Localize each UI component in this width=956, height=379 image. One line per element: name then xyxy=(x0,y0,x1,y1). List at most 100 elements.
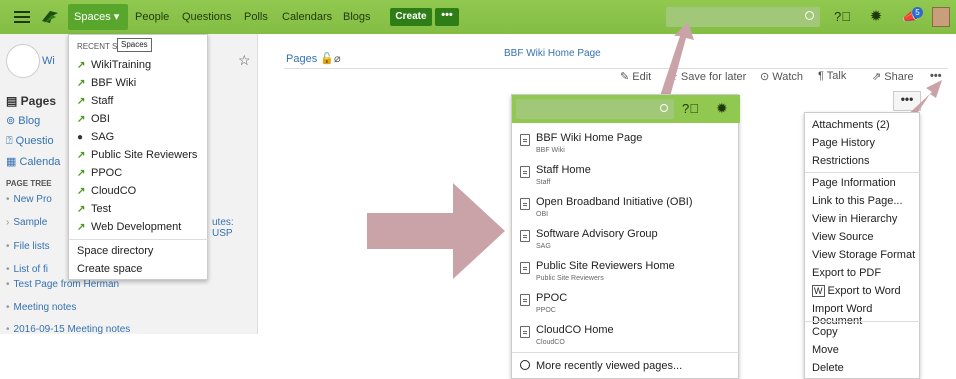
recent-page-item[interactable]: Staff Home Staff xyxy=(512,161,740,193)
edit-button[interactable]: ✎ Edit xyxy=(620,70,651,83)
space-item-bbf-wiki[interactable]: ↗ BBF Wiki xyxy=(77,75,136,91)
menu-item-view-in-hierarchy[interactable]: View in Hierarchy xyxy=(812,213,897,225)
recent-page-space: OBI xyxy=(536,211,549,218)
nav-people[interactable]: People xyxy=(135,0,169,34)
space-icon: ↗ xyxy=(77,204,86,215)
tree-item[interactable]: › Sample xyxy=(6,217,47,228)
talk-button[interactable]: ¶ Talk xyxy=(818,70,846,82)
more-recent-pages-link[interactable]: More recently viewed pages... xyxy=(520,360,682,372)
recent-page-title: Public Site Reviewers Home xyxy=(536,260,675,272)
menu-item-page-information[interactable]: Page Information xyxy=(812,177,896,189)
create-more-button[interactable]: ••• xyxy=(435,8,459,26)
space-directory-link[interactable]: Space directory xyxy=(77,245,153,257)
menu-item-export-word[interactable]: W Export to Word xyxy=(812,285,901,297)
recent-page-space: SAG xyxy=(536,243,551,250)
space-item-wikitraining[interactable]: ↗ WikiTraining xyxy=(77,57,151,73)
menu-item-page-history[interactable]: Page History xyxy=(812,137,875,149)
space-icon: ↗ xyxy=(77,114,86,125)
space-item-staff[interactable]: ↗ Staff xyxy=(77,93,113,109)
tree-item[interactable]: • File lists xyxy=(6,241,50,252)
gear-icon[interactable]: ✹ xyxy=(716,100,728,117)
divider xyxy=(69,239,209,240)
sidebar-item-pages[interactable]: ▤ Pages xyxy=(6,94,56,108)
menu-item-copy[interactable]: Copy xyxy=(812,326,838,338)
page-title[interactable]: BBF Wiki Home Page xyxy=(504,48,601,59)
menu-item-import-word[interactable]: Import Word Document xyxy=(812,303,919,327)
divider xyxy=(805,321,921,322)
sag-icon: ● xyxy=(77,132,84,143)
tree-item[interactable]: • Test Page from Herman xyxy=(6,279,119,290)
space-logo-icon[interactable] xyxy=(6,44,40,78)
menu-item-view-storage-format[interactable]: View Storage Format xyxy=(812,249,915,261)
spaces-dropdown: RECENT S Spaces ↗ WikiTraining ↗ BBF Wiki … xyxy=(68,34,209,280)
nav-questions[interactable]: Questions xyxy=(182,0,232,34)
space-icon: ↗ xyxy=(77,96,86,107)
menu-item-export-pdf[interactable]: Export to PDF xyxy=(812,267,881,279)
recent-spaces-label: RECENT S xyxy=(77,42,118,51)
sidebar-item-calendars[interactable]: ▦ Calenda xyxy=(6,155,60,168)
recent-page-space: Staff xyxy=(536,179,551,186)
menu-item-move[interactable]: Move xyxy=(812,344,839,356)
recent-page-item[interactable]: Open Broadband Initiative (OBI) OBI xyxy=(512,193,740,225)
page-icon xyxy=(520,326,530,338)
tree-item[interactable]: • 2016-09-15 Meeting notes xyxy=(6,324,130,335)
share-button[interactable]: ⇗ Share xyxy=(872,70,914,83)
gear-icon[interactable]: ✹ xyxy=(868,9,884,25)
sidebar-item-blog[interactable]: ⊚ Blog xyxy=(6,114,40,127)
more-actions-button[interactable]: ••• xyxy=(930,70,942,82)
save-for-later-button[interactable]: ☆ Save for later xyxy=(668,70,746,83)
sidebar-item-questions[interactable]: ⍰ Questio xyxy=(6,135,54,148)
recent-page-item[interactable]: BBF Wiki Home Page BBF Wiki xyxy=(512,129,740,161)
menu-icon[interactable] xyxy=(14,11,30,23)
tree-item[interactable]: • New Pro xyxy=(6,194,52,205)
recent-page-title: Open Broadband Initiative (OBI) xyxy=(536,196,693,208)
space-item-obi[interactable]: ↗ OBI xyxy=(77,111,110,127)
recent-page-item[interactable]: PPOC PPOC xyxy=(512,289,740,321)
recent-page-space: CloudCO xyxy=(536,339,565,346)
spaces-tooltip: Spaces xyxy=(117,38,152,52)
nav-calendars[interactable]: Calendars xyxy=(282,0,332,34)
more-actions-button-open[interactable]: ••• xyxy=(893,91,921,111)
clock-icon xyxy=(520,360,530,370)
pages-breadcrumb[interactable]: Pages 🔓⌀ xyxy=(286,52,341,65)
word-icon: W xyxy=(812,285,825,297)
search-icon xyxy=(660,104,668,112)
confluence-logo-icon[interactable] xyxy=(40,7,60,27)
menu-item-view-source[interactable]: View Source xyxy=(812,231,874,243)
help-icon[interactable]: ?⃝ xyxy=(682,101,699,116)
menu-item-attachments[interactable]: Attachments (2) xyxy=(812,119,890,131)
search-icon xyxy=(805,11,814,20)
nav-blogs[interactable]: Blogs xyxy=(343,0,371,34)
tree-item-extra[interactable]: utes: USP xyxy=(212,217,257,239)
space-item-ppoc[interactable]: ↗ PPOC xyxy=(77,165,122,181)
space-item-test[interactable]: ↗ Test xyxy=(77,201,111,217)
space-item-public-site-reviewers[interactable]: ↗ Public Site Reviewers xyxy=(77,147,197,163)
more-actions-dropdown: Attachments (2) Page History Restriction… xyxy=(804,112,921,379)
menu-item-link-to-page[interactable]: Link to this Page... xyxy=(812,195,903,207)
search-input[interactable] xyxy=(666,7,820,27)
space-item-web-development[interactable]: ↗ Web Development xyxy=(77,219,181,235)
star-icon[interactable]: ☆ xyxy=(238,52,251,69)
recent-page-item[interactable]: Software Advisory Group SAG xyxy=(512,225,740,257)
space-title[interactable]: Wi xyxy=(42,55,55,67)
space-item-sag[interactable]: ● SAG xyxy=(77,129,114,145)
recent-header-bar: ?⃝ ✹ xyxy=(512,95,740,123)
watch-button[interactable]: ⊙ Watch xyxy=(760,70,803,83)
recent-page-item[interactable]: CloudCO Home CloudCO xyxy=(512,321,740,353)
help-icon[interactable]: ?⃝ xyxy=(834,9,851,25)
tree-item[interactable]: • List of fi xyxy=(6,264,48,275)
tree-item[interactable]: • Meeting notes xyxy=(6,302,76,313)
spaces-menu-button[interactable]: Spaces ▾ xyxy=(68,4,128,30)
avatar[interactable] xyxy=(932,7,950,27)
create-button[interactable]: Create xyxy=(390,8,432,26)
menu-item-delete[interactable]: Delete xyxy=(812,362,844,374)
recent-pages-dropdown: ?⃝ ✹ BBF Wiki Home Page BBF Wiki Staff Ho… xyxy=(511,94,740,379)
recent-page-title: BBF Wiki Home Page xyxy=(536,132,643,144)
space-item-cloudco[interactable]: ↗ CloudCO xyxy=(77,183,136,199)
top-navigation-bar: Spaces ▾ People Questions Polls Calendar… xyxy=(0,0,956,34)
menu-item-restrictions[interactable]: Restrictions xyxy=(812,155,869,167)
nav-polls[interactable]: Polls xyxy=(244,0,268,34)
recent-page-item[interactable]: Public Site Reviewers Home Public Site Re… xyxy=(512,257,740,289)
search-input[interactable] xyxy=(516,99,674,119)
create-space-link[interactable]: Create space xyxy=(77,263,142,275)
